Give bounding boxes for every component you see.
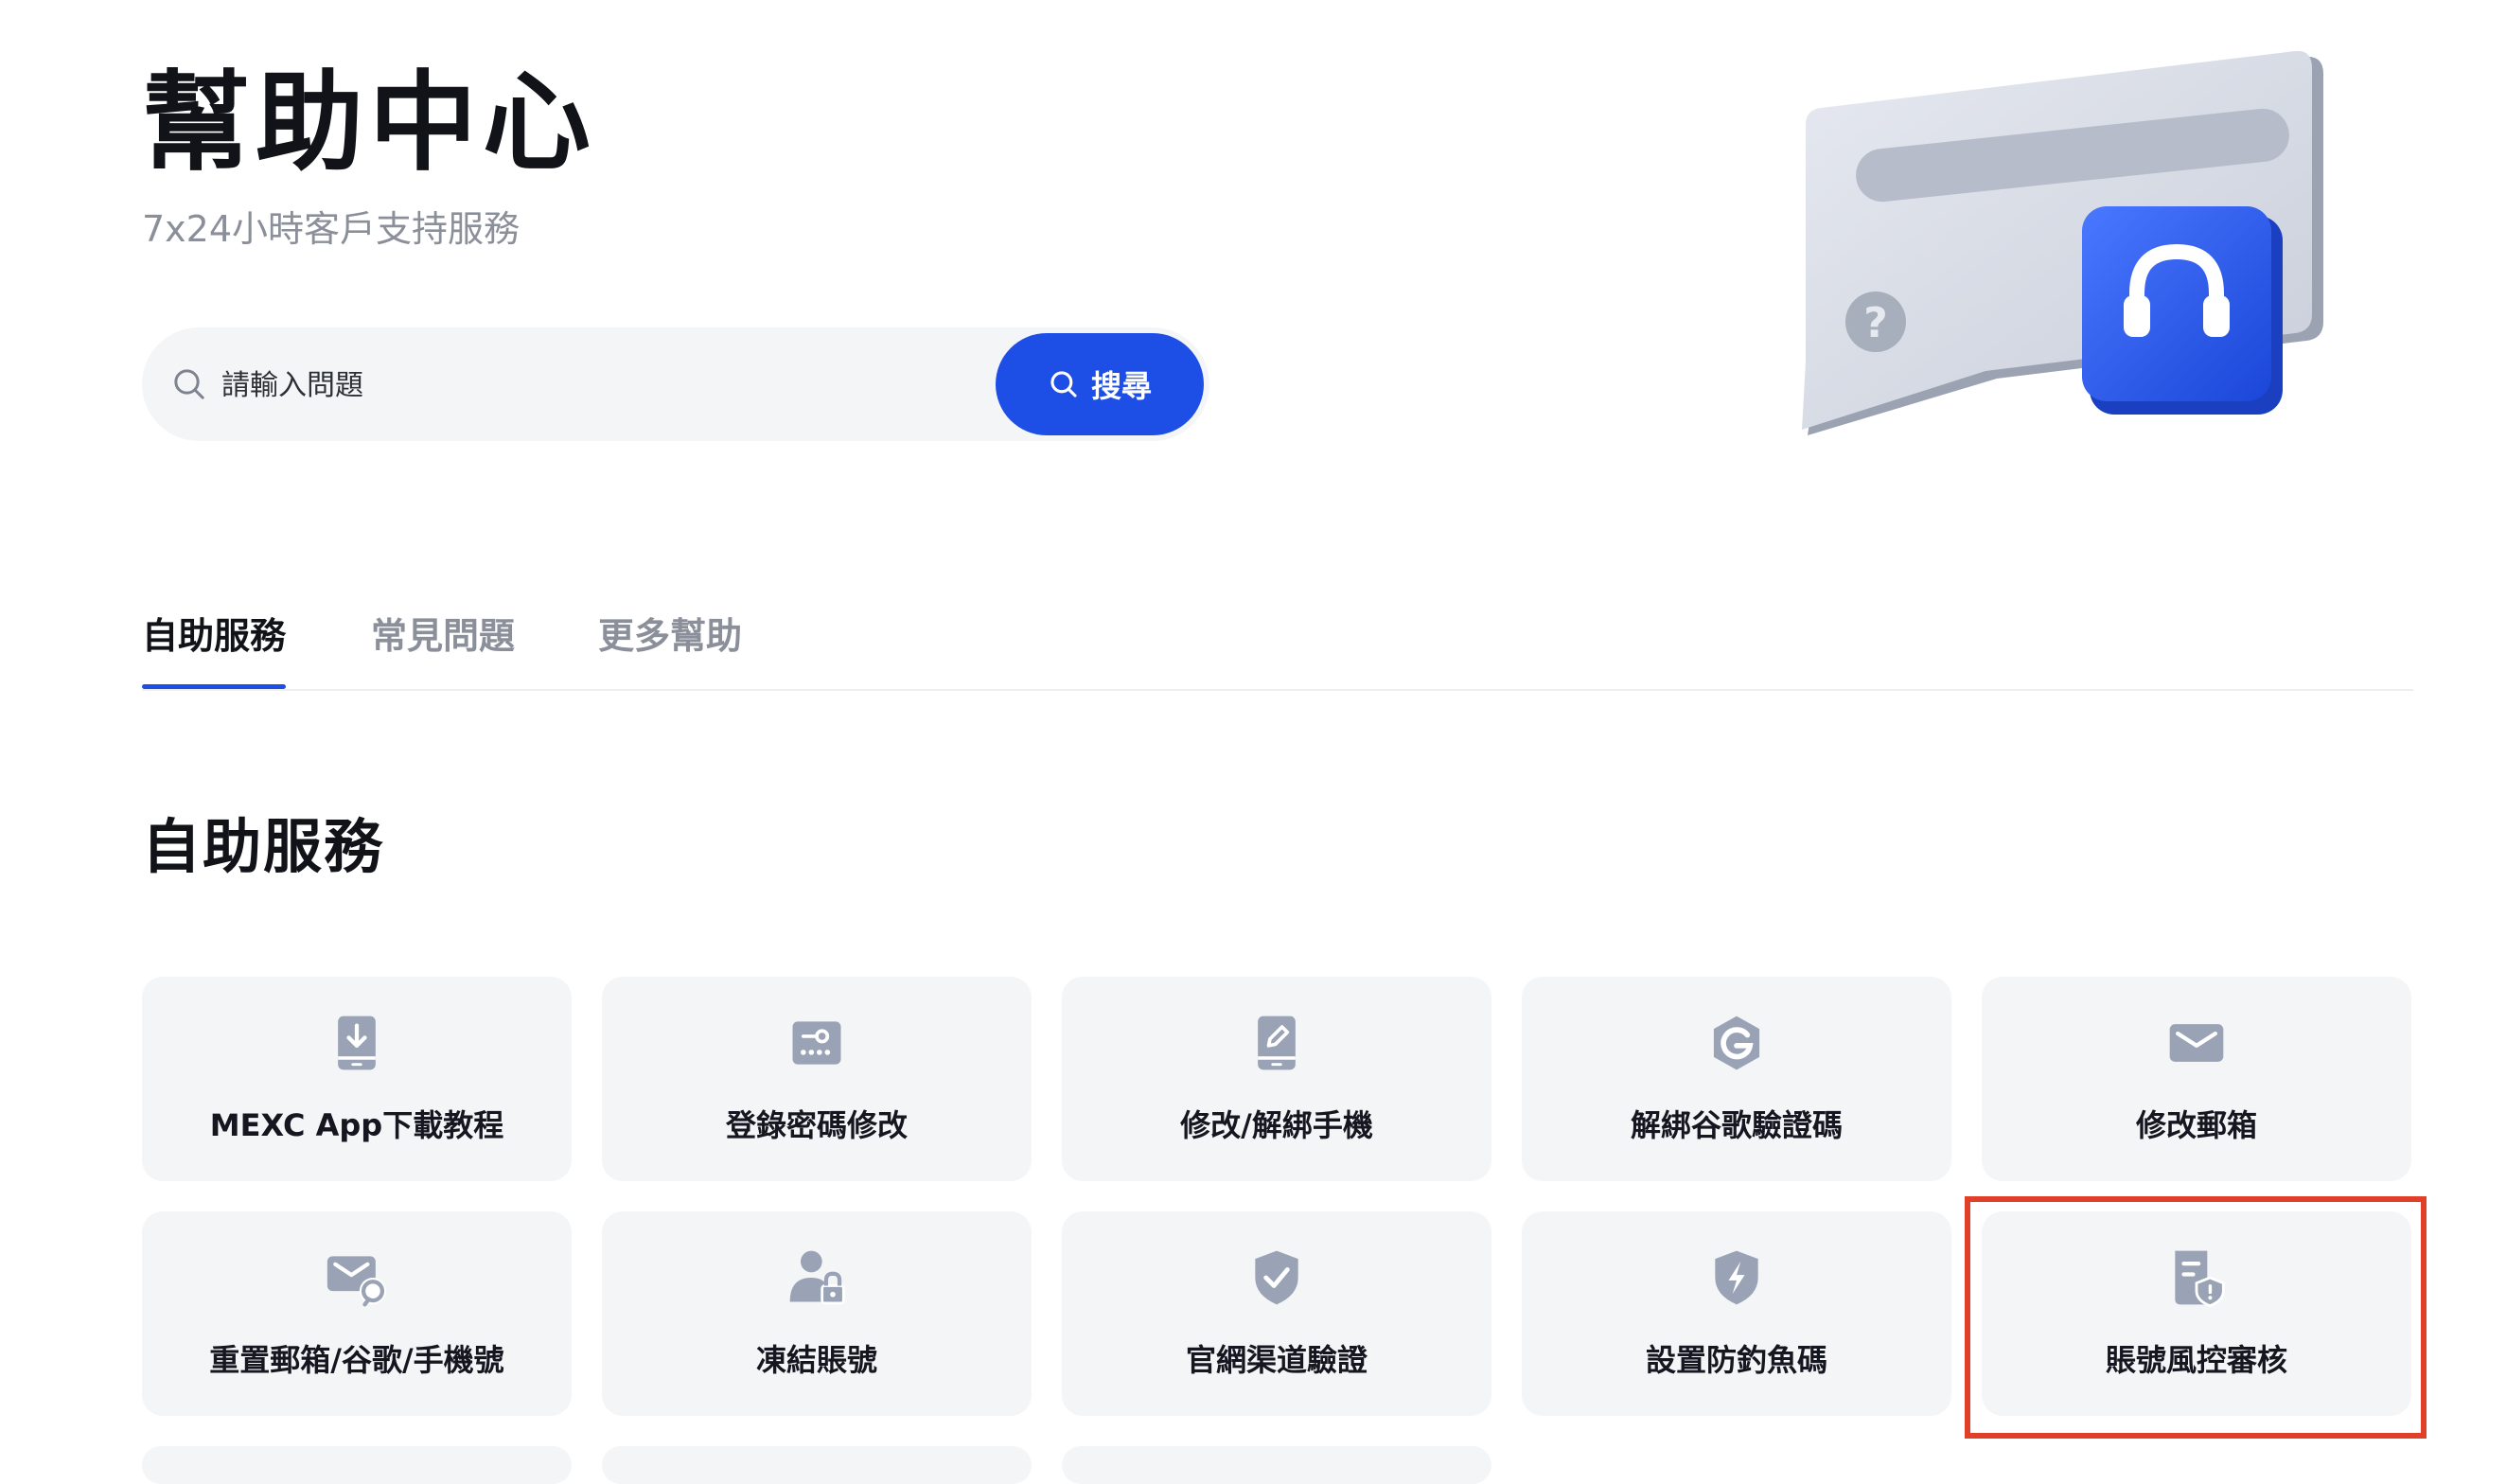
service-card-label: 修改/解綁手機 xyxy=(1180,1107,1373,1143)
service-card-label: 修改郵箱 xyxy=(2135,1107,2257,1143)
password-key-icon xyxy=(792,1021,841,1065)
headset-chat-illustration: ? xyxy=(1802,50,2323,436)
service-card-label: 官網渠道驗證 xyxy=(1185,1342,1368,1378)
page-title: 幫助中心 xyxy=(142,60,597,186)
service-card-reset-account[interactable]: 重置郵箱/谷歌/手機號 xyxy=(142,1211,572,1416)
search-input[interactable] xyxy=(220,356,980,415)
service-card-change-email[interactable]: 修改郵箱 xyxy=(1982,977,2411,1181)
service-card-partial[interactable] xyxy=(1062,1446,1491,1484)
page-subtitle: 7x24小時客戶支持服務 xyxy=(142,208,521,250)
search-icon xyxy=(174,369,204,399)
service-card-label: 凍結賬號 xyxy=(755,1342,877,1378)
service-card-label: 解綁谷歌驗證碼 xyxy=(1630,1107,1843,1143)
document-alert-icon xyxy=(2175,1250,2225,1308)
service-card-label: 重置郵箱/谷歌/手機號 xyxy=(209,1342,504,1378)
service-card-password-change[interactable]: 登錄密碼修改 xyxy=(602,977,1032,1181)
phone-edit-icon xyxy=(1258,1016,1296,1070)
section-title: 自助服務 xyxy=(142,812,385,881)
app-download-icon xyxy=(338,1016,376,1070)
service-card-partial[interactable] xyxy=(142,1446,572,1484)
service-card-risk-review[interactable]: 賬號風控審核 xyxy=(1982,1211,2411,1416)
tab-self-service[interactable]: 自助服務 xyxy=(142,596,287,689)
mail-icon xyxy=(2169,1024,2224,1062)
search-button-icon xyxy=(1050,371,1077,398)
service-card-anti-phishing[interactable]: 設置防釣魚碼 xyxy=(1522,1211,1951,1416)
service-card-unbind-google[interactable]: 解綁谷歌驗證碼 xyxy=(1522,977,1951,1181)
tab-bar: 自助服務 常見問題 更多幫助 xyxy=(142,596,2413,691)
service-card-label: 登錄密碼修改 xyxy=(725,1107,908,1143)
service-card-freeze-account[interactable]: 凍結賬號 xyxy=(602,1211,1032,1416)
service-card-partial[interactable] xyxy=(602,1446,1032,1484)
mail-reset-icon xyxy=(326,1256,387,1307)
service-card-label: 設置防釣魚碼 xyxy=(1645,1342,1827,1378)
service-card-label: 賬號風控審核 xyxy=(2105,1342,2287,1378)
service-card-label: MEXC App下載教程 xyxy=(209,1107,504,1143)
search-bar: 搜尋 xyxy=(142,327,1209,441)
service-grid: MEXC App下載教程 登錄密碼修改 修改/解綁手機 解綁谷歌驗證碼 修改郵箱… xyxy=(142,977,2413,1484)
svg-text:?: ? xyxy=(1863,299,1888,347)
service-card-official-verify[interactable]: 官網渠道驗證 xyxy=(1062,1211,1491,1416)
service-card-phone-edit[interactable]: 修改/解綁手機 xyxy=(1062,977,1491,1181)
tab-more-help[interactable]: 更多幫助 xyxy=(598,596,742,687)
tab-faq[interactable]: 常見問題 xyxy=(371,596,515,687)
search-button[interactable]: 搜尋 xyxy=(996,333,1204,435)
shield-check-icon xyxy=(1255,1250,1298,1305)
google-icon xyxy=(1713,1016,1760,1070)
shield-bolt-icon xyxy=(1715,1250,1758,1305)
search-button-label: 搜尋 xyxy=(1090,368,1152,404)
user-lock-icon xyxy=(789,1250,845,1305)
service-card-app-download[interactable]: MEXC App下載教程 xyxy=(142,977,572,1181)
